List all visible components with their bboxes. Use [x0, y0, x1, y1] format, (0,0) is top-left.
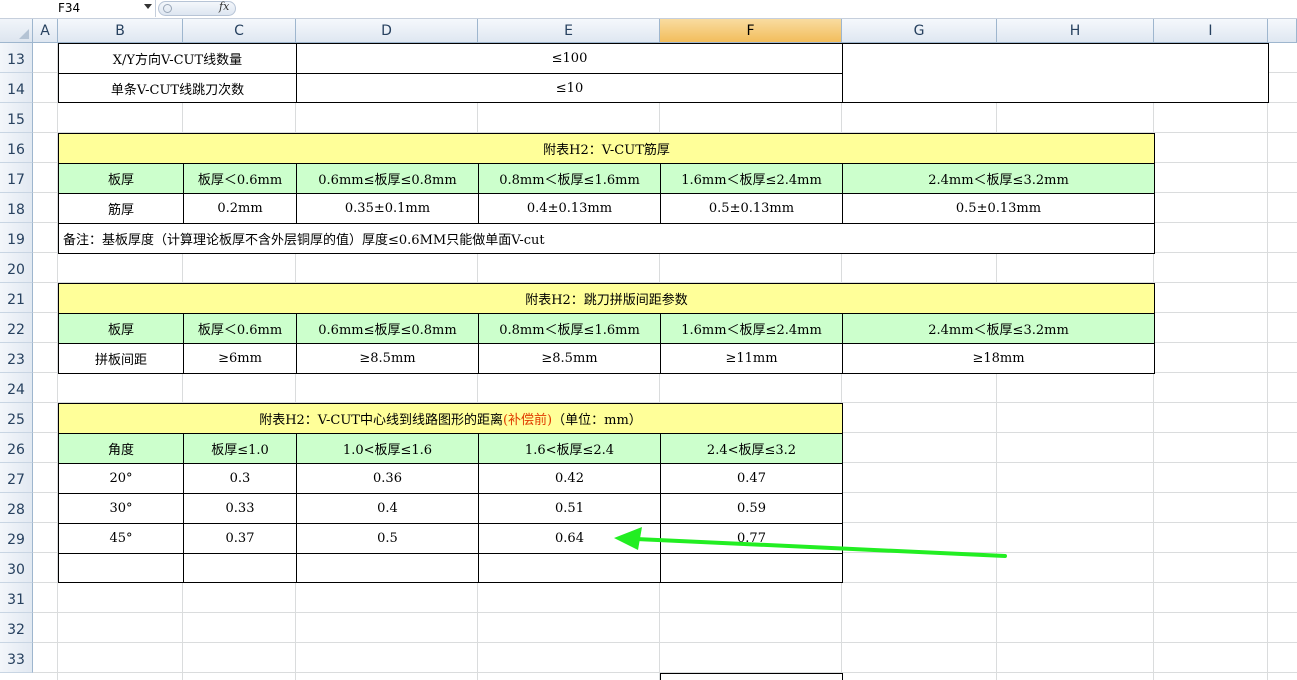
spreadsheet-window: F34 fx A B C D E F G H I 13 14 15 16 17 … [0, 0, 1297, 680]
arrow-shaft [634, 537, 1007, 558]
arrow-head [614, 527, 642, 550]
annotation-arrow [614, 527, 1007, 558]
